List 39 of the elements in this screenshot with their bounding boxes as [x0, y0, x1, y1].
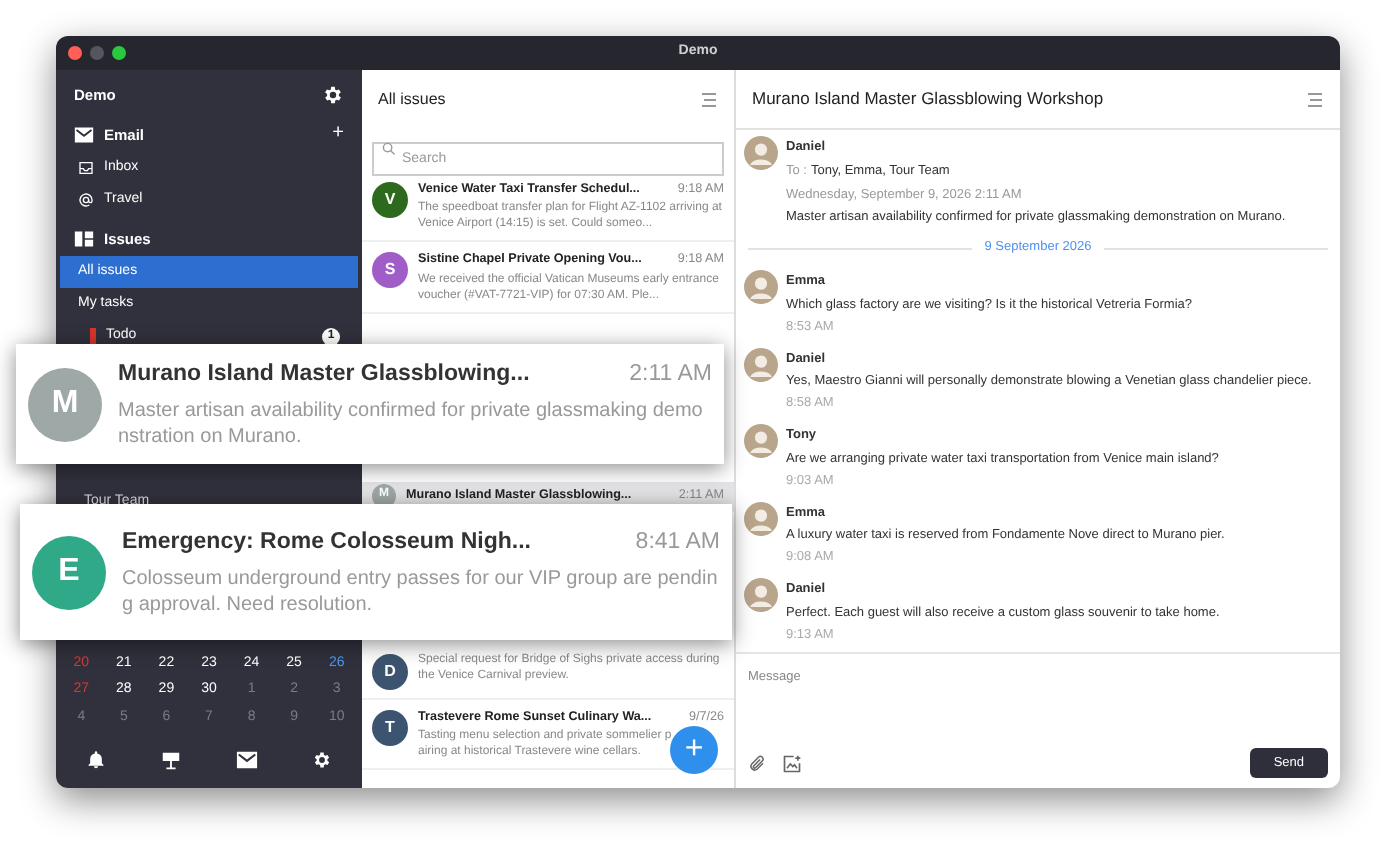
- envelope-icon: [74, 125, 94, 144]
- inbox-icon: [78, 160, 94, 177]
- notification-title: Emergency: Rome Colosseum Nigh...: [122, 528, 531, 559]
- close-icon[interactable]: [68, 46, 82, 60]
- maximize-icon[interactable]: [112, 46, 126, 60]
- settings-icon[interactable]: [322, 84, 344, 107]
- notification-time: 8:41 AM: [635, 528, 720, 559]
- add-image-icon[interactable]: [782, 753, 802, 773]
- avatar: [744, 578, 778, 612]
- envelope-icon[interactable]: [235, 750, 258, 770]
- add-button[interactable]: +: [332, 124, 344, 145]
- avatar: M: [28, 367, 102, 441]
- notification-card[interactable]: M Murano Island Master Glassblowing... 2:11 AM Master artisan availability confirmed for private glassmaking demonstration on Murano.: [16, 344, 724, 464]
- avatar: S: [372, 252, 408, 289]
- search-icon: [382, 142, 396, 156]
- notification-text: Master artisan availability confirmed for private glassmaking demonstration on Murano.: [118, 397, 705, 450]
- avatar: [744, 424, 778, 458]
- menu-icon[interactable]: [1306, 91, 1324, 107]
- at-sign-icon: [78, 192, 94, 209]
- conversation-title: Murano Island Master Glassblowing Workshop: [752, 86, 1104, 112]
- paperclip-icon[interactable]: [748, 753, 766, 773]
- avatar: [744, 136, 778, 170]
- settings-icon[interactable]: [311, 750, 332, 770]
- notification-text: Colosseum underground entry passes for our VIP group are pending approval. Need resolution.: [122, 565, 720, 618]
- notification-time: 2:11 AM: [629, 360, 712, 391]
- avatar: V: [372, 182, 408, 218]
- board-icon: [74, 229, 94, 248]
- avatar: E: [32, 535, 106, 609]
- lamp-icon[interactable]: [160, 749, 183, 771]
- avatar: [744, 270, 778, 304]
- avatar: D: [372, 653, 408, 690]
- avatar: [744, 347, 778, 381]
- list-title: All issues: [378, 88, 446, 112]
- menu-icon[interactable]: [700, 92, 718, 108]
- notification-title: Murano Island Master Glassblowing...: [118, 360, 530, 391]
- avatar: [744, 501, 778, 535]
- avatar: T: [372, 709, 408, 746]
- notification-card[interactable]: E Emergency: Rome Colosseum Nigh... 8:41 AM Colosseum underground entry passes for our VIP group are pending approval. Need resolution.: [20, 504, 732, 640]
- bell-icon[interactable]: [86, 750, 107, 770]
